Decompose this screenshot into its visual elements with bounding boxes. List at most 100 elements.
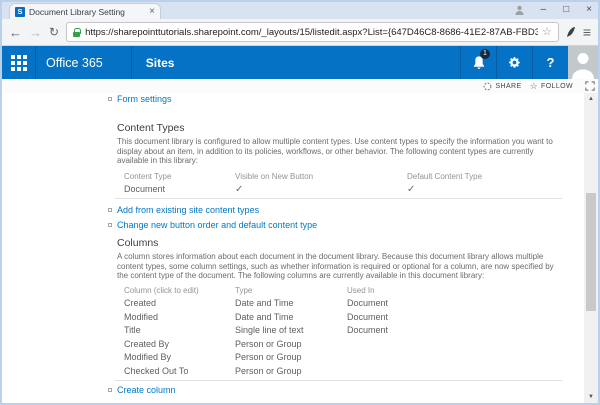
- col-header-used-in: Used In: [347, 286, 554, 295]
- share-button[interactable]: SHARE: [483, 82, 521, 91]
- content-types-description: This document library is configured to a…: [117, 137, 564, 166]
- url-text[interactable]: https://sharepointtutorials.sharepoint.c…: [85, 27, 538, 38]
- square-bullet-icon: [108, 97, 112, 101]
- square-bullet-icon: [108, 208, 112, 212]
- settings-page: Form settings Content Types This documen…: [2, 93, 584, 403]
- browser-profile-icon[interactable]: [515, 5, 524, 15]
- tab-title: Document Library Setting: [29, 7, 145, 17]
- column-name-link[interactable]: Modified By: [124, 352, 235, 362]
- bookmark-star-icon[interactable]: ☆: [542, 27, 552, 38]
- forward-icon[interactable]: →: [29, 26, 42, 39]
- column-type: Single line of text: [235, 325, 347, 335]
- scroll-down-icon[interactable]: ▼: [584, 391, 598, 403]
- columns-table-header: Column (click to edit) Type Used In: [124, 284, 554, 297]
- columns-table: Column (click to edit) Type Used In Crea…: [124, 284, 554, 378]
- suite-bar: Office 365 Sites 1 ?: [2, 46, 598, 79]
- browser-tab[interactable]: S Document Library Setting ×: [9, 3, 161, 19]
- address-bar[interactable]: https://sharepointtutorials.sharepoint.c…: [66, 22, 559, 42]
- change-new-button-order-link[interactable]: Change new button order and default cont…: [108, 220, 554, 230]
- table-row: Created Date and Time Document: [124, 297, 554, 311]
- back-icon[interactable]: ←: [9, 26, 22, 39]
- table-row: Document ✓ ✓: [124, 183, 554, 197]
- focus-on-content-button[interactable]: [585, 81, 595, 91]
- scroll-up-icon[interactable]: ▲: [584, 93, 598, 105]
- column-type: Date and Time: [235, 298, 347, 308]
- app-launcher-icon: [11, 55, 27, 71]
- column-name-link[interactable]: Created: [124, 298, 235, 308]
- notification-badge: 1: [480, 49, 490, 59]
- column-name-link[interactable]: Title: [124, 325, 235, 335]
- divider: [115, 198, 562, 199]
- create-column-label: Create column: [117, 385, 176, 395]
- suite-bar-spacer: [188, 46, 460, 79]
- content-types-table-header: Content Type Visible on New Button Defau…: [124, 170, 554, 183]
- tab-strip: S Document Library Setting × – □ ×: [2, 2, 598, 19]
- reload-icon[interactable]: ↻: [49, 26, 59, 38]
- maximize-button[interactable]: □: [563, 3, 569, 16]
- gear-icon: [508, 56, 521, 69]
- columns-description: A column stores information about each d…: [117, 252, 564, 281]
- table-row: Created By Person or Group: [124, 337, 554, 351]
- app-launcher-button[interactable]: [2, 46, 36, 79]
- minimize-button[interactable]: –: [541, 3, 547, 16]
- follow-label: FOLLOW: [541, 83, 573, 90]
- browser-menu-icon[interactable]: ≡: [583, 25, 591, 39]
- sites-nav-link[interactable]: Sites: [132, 46, 189, 79]
- form-settings-label: Form settings: [117, 94, 172, 104]
- column-used-in: Document: [347, 312, 554, 322]
- close-button[interactable]: ×: [586, 3, 592, 16]
- notifications-button[interactable]: 1: [460, 46, 496, 79]
- square-bullet-icon: [108, 223, 112, 227]
- table-row: Checked Out To Person or Group: [124, 364, 554, 378]
- column-type: Person or Group: [235, 339, 347, 349]
- col-header-type: Type: [235, 286, 347, 295]
- browser-toolbar: ← → ↻ https://sharepointtutorials.sharep…: [2, 19, 598, 46]
- help-button[interactable]: ?: [532, 46, 568, 79]
- page-content: Form settings Content Types This documen…: [2, 93, 598, 403]
- form-settings-link[interactable]: Form settings: [108, 94, 554, 104]
- check-icon: ✓: [235, 184, 407, 195]
- share-icon: [483, 82, 492, 91]
- content-types-table: Content Type Visible on New Button Defau…: [124, 170, 554, 197]
- column-used-in: Document: [347, 298, 554, 308]
- column-type: Person or Group: [235, 352, 347, 362]
- column-type: Date and Time: [235, 312, 347, 322]
- col-header-column: Column (click to edit): [124, 286, 235, 295]
- col-header-content-type: Content Type: [124, 172, 235, 181]
- settings-button[interactable]: [496, 46, 532, 79]
- https-lock-icon[interactable]: [73, 28, 80, 37]
- content-type-name[interactable]: Document: [124, 184, 235, 194]
- create-column-link[interactable]: Create column: [108, 385, 554, 395]
- browser-window: S Document Library Setting × – □ × ← → ↻…: [0, 0, 600, 405]
- columns-heading: Columns: [117, 237, 554, 249]
- col-header-default-content-type: Default Content Type: [407, 172, 554, 181]
- table-row: Modified Date and Time Document: [124, 310, 554, 324]
- content-types-heading: Content Types: [117, 122, 554, 134]
- window-controls: – □ ×: [515, 3, 592, 16]
- extension-icon[interactable]: [566, 26, 576, 38]
- page-action-strip: SHARE ☆ FOLLOW: [2, 79, 598, 93]
- vertical-scrollbar[interactable]: ▲ ▼: [584, 93, 598, 403]
- user-avatar[interactable]: [568, 46, 598, 79]
- share-label: SHARE: [495, 83, 521, 90]
- column-name-link[interactable]: Checked Out To: [124, 366, 235, 376]
- table-row: Modified By Person or Group: [124, 351, 554, 365]
- square-bullet-icon: [108, 388, 112, 392]
- add-content-types-label: Add from existing site content types: [117, 205, 259, 215]
- column-type: Person or Group: [235, 366, 347, 376]
- add-content-types-link[interactable]: Add from existing site content types: [108, 205, 554, 215]
- column-used-in: Document: [347, 325, 554, 335]
- divider: [115, 380, 562, 381]
- col-header-visible-new-button: Visible on New Button: [235, 172, 407, 181]
- tab-close-icon[interactable]: ×: [149, 7, 155, 17]
- change-new-button-order-label: Change new button order and default cont…: [117, 220, 317, 230]
- sharepoint-favicon-icon: S: [15, 7, 25, 17]
- help-icon: ?: [547, 55, 555, 70]
- table-row: Title Single line of text Document: [124, 324, 554, 338]
- follow-star-icon: ☆: [530, 82, 538, 91]
- scrollbar-thumb[interactable]: [586, 193, 596, 311]
- office365-brand[interactable]: Office 365: [36, 46, 132, 79]
- column-name-link[interactable]: Created By: [124, 339, 235, 349]
- column-name-link[interactable]: Modified: [124, 312, 235, 322]
- follow-button[interactable]: ☆ FOLLOW: [530, 82, 573, 91]
